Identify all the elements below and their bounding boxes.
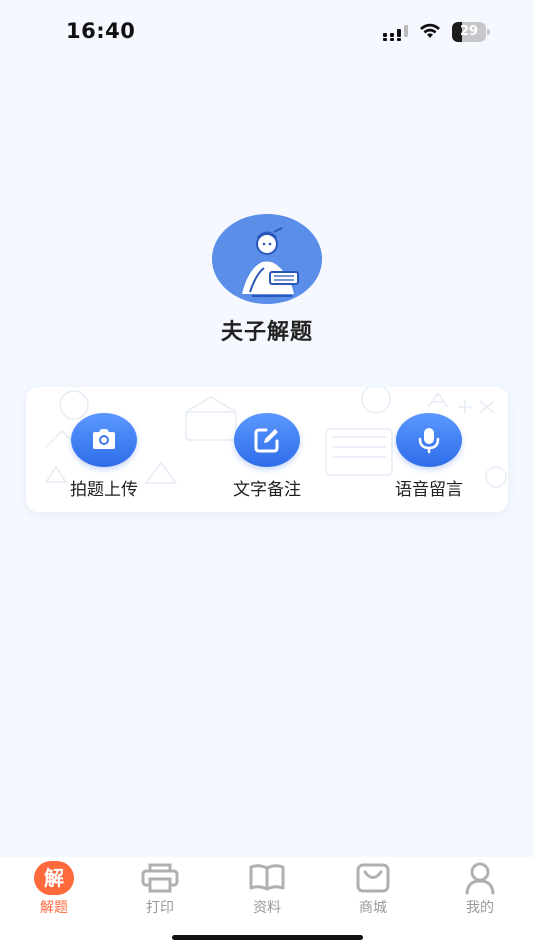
- app-logo: [212, 214, 322, 304]
- shopping-bag-icon: [356, 863, 390, 893]
- tab-solve[interactable]: 解 解题: [14, 861, 94, 916]
- tab-mall[interactable]: 商城: [333, 861, 413, 916]
- home-indicator: [172, 935, 363, 940]
- upload-photo-label: 拍题上传: [70, 480, 138, 500]
- user-icon: [465, 862, 495, 895]
- text-note-button[interactable]: 文字备注: [207, 413, 327, 503]
- upload-photo-button[interactable]: 拍题上传: [44, 413, 164, 503]
- tab-print-label: 打印: [146, 900, 174, 916]
- status-bar: 16:40 29: [0, 0, 534, 64]
- solve-badge: 解: [34, 861, 74, 895]
- battery-icon: 29: [452, 22, 490, 42]
- voice-message-button[interactable]: 语音留言: [369, 413, 489, 503]
- tab-print[interactable]: 打印: [120, 861, 200, 916]
- book-icon: [249, 864, 285, 891]
- wifi-icon: [420, 23, 440, 38]
- app-title: 夫子解题: [220, 320, 313, 345]
- text-note-label: 文字备注: [233, 480, 301, 500]
- action-card: 拍题上传 文字备注 语音留言: [26, 387, 508, 512]
- upload-photo-circle[interactable]: [71, 413, 137, 467]
- camera-icon: [93, 429, 115, 449]
- edit-icon: [254, 428, 279, 453]
- signal-icon: [383, 25, 408, 41]
- tab-mine[interactable]: 我的: [440, 861, 520, 916]
- printer-icon: [141, 863, 179, 893]
- battery-level: 29: [459, 24, 479, 39]
- tab-mall-label: 商城: [359, 900, 387, 916]
- microphone-icon: [418, 428, 440, 454]
- tab-materials-label: 资料: [253, 900, 281, 916]
- voice-message-label: 语音留言: [395, 480, 463, 500]
- solve-icon: 解: [34, 861, 74, 895]
- status-time: 16:40: [66, 19, 136, 43]
- voice-message-circle[interactable]: [396, 413, 462, 467]
- tab-solve-label: 解题: [40, 900, 68, 916]
- text-note-circle[interactable]: [234, 413, 300, 467]
- tab-mine-label: 我的: [466, 900, 494, 916]
- scholar-reading-logo-icon: [212, 214, 322, 304]
- tab-materials[interactable]: 资料: [227, 861, 307, 916]
